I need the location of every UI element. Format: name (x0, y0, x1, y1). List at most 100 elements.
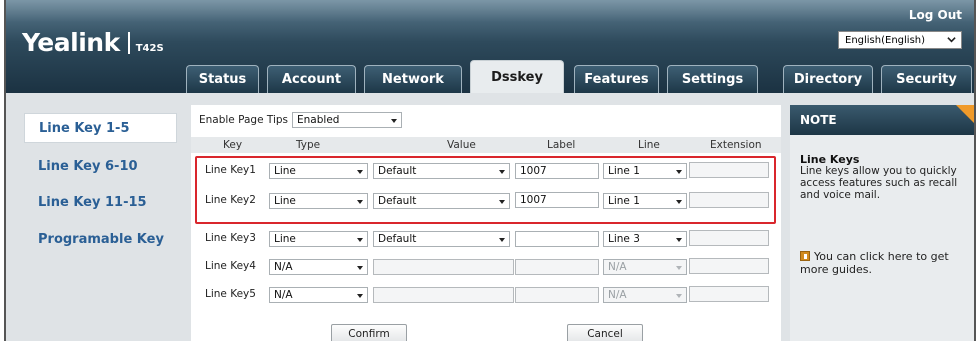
line-select[interactable]: Line 3 (603, 231, 687, 247)
dropdown-arrow-icon (499, 170, 505, 174)
line-value: N/A (608, 289, 627, 301)
value-value: Default (378, 165, 417, 177)
dropdown-arrow-icon (357, 200, 363, 204)
confirm-button[interactable]: Confirm (331, 324, 407, 341)
column-header-type: Type (296, 139, 321, 151)
page-tips-row: Enable Page Tips Enabled (199, 112, 403, 128)
type-select[interactable]: Line (269, 231, 368, 247)
page-tips-value: Enabled (297, 114, 340, 126)
page-tips-select[interactable]: Enabled (292, 112, 403, 128)
dropdown-arrow-icon (499, 200, 505, 204)
page-tips-label: Enable Page Tips (199, 114, 289, 126)
extension-input[interactable] (689, 286, 769, 302)
column-header-extension: Extension (710, 139, 762, 151)
logout-link[interactable]: Log Out (909, 8, 962, 22)
column-header-line: Line (638, 139, 660, 151)
label-input[interactable] (515, 259, 599, 275)
value-select[interactable]: Default (373, 163, 510, 179)
line-select[interactable]: Line 1 (603, 193, 687, 209)
dropdown-arrow-icon (676, 238, 682, 242)
type-select[interactable]: Line (269, 193, 368, 209)
line-value: Line 1 (608, 165, 640, 177)
dropdown-arrow-icon (357, 170, 363, 174)
type-select[interactable]: Line (269, 163, 368, 179)
note-panel: NOTE Line Keys Line keys allow you to qu… (790, 105, 974, 341)
row-key: Line Key5 (205, 288, 256, 300)
header: Yealink T42S Log Out English(English) St… (6, 0, 974, 93)
sidebar-item-line-key-6-10[interactable]: Line Key 6-10 (24, 151, 177, 181)
extension-input[interactable] (689, 192, 769, 208)
line-value: N/A (608, 261, 627, 273)
value-value: Default (378, 195, 417, 207)
info-book-icon (800, 251, 810, 261)
guide-text: You can click here to get more guides. (800, 250, 949, 276)
tab-directory[interactable]: Directory (783, 65, 873, 93)
line-select[interactable]: N/A (603, 259, 687, 275)
dropdown-arrow-icon (357, 238, 363, 242)
dropdown-arrow-icon (676, 294, 682, 298)
row-key: Line Key3 (205, 232, 256, 244)
column-header-key: Key (223, 139, 243, 151)
table-header: Key Type Value Label Line Extension (191, 137, 781, 153)
value-input[interactable] (373, 287, 514, 303)
browser-frame: Yealink T42S Log Out English(English) St… (4, 0, 976, 341)
note-corner-flag (956, 105, 974, 123)
chevron-down-icon (947, 37, 956, 43)
note-body: Line keys allow you to quickly access fe… (800, 165, 958, 201)
cancel-button[interactable]: Cancel (567, 324, 643, 341)
guide-link[interactable]: You can click here to get more guides. (800, 250, 970, 276)
type-value: N/A (274, 289, 293, 301)
label-input[interactable]: 1007 (515, 163, 599, 179)
type-value: N/A (274, 261, 293, 273)
sidebar-item-programable-key[interactable]: Programable Key (24, 224, 177, 254)
dropdown-arrow-icon (499, 238, 505, 242)
line-select[interactable]: Line 1 (603, 163, 687, 179)
label-input[interactable] (515, 231, 599, 247)
line-value: Line 3 (608, 233, 640, 245)
type-value: Line (274, 233, 296, 245)
extension-input[interactable] (689, 258, 769, 274)
dropdown-arrow-icon (391, 119, 398, 123)
table-row: Line Key3 Line Default Line 3 (191, 227, 781, 251)
tab-security[interactable]: Security (881, 65, 972, 93)
sidebar-item-line-key-1-5[interactable]: Line Key 1-5 (24, 113, 177, 143)
tab-dsskey[interactable]: Dsskey (470, 60, 564, 93)
tab-network[interactable]: Network (364, 65, 462, 93)
sidebar: Line Key 1-5 Line Key 6-10 Line Key 11-1… (24, 107, 177, 341)
tab-settings[interactable]: Settings (667, 65, 758, 93)
logo-text: Yealink (22, 28, 120, 57)
value-input[interactable] (373, 259, 514, 275)
extension-input[interactable] (689, 230, 769, 246)
line-select[interactable]: N/A (603, 287, 687, 303)
table-row: Line Key1 Line Default 1007 Line 1 (191, 159, 781, 183)
dropdown-arrow-icon (676, 266, 682, 270)
tab-status[interactable]: Status (186, 65, 259, 93)
table-row: Line Key2 Line Default 1007 Line 1 (191, 189, 781, 213)
extension-input[interactable] (689, 162, 769, 178)
tab-features[interactable]: Features (574, 65, 659, 93)
table-row: Line Key4 N/A N/A (191, 255, 781, 279)
type-value: Line (274, 165, 296, 177)
label-input[interactable] (515, 287, 599, 303)
language-select[interactable]: English(English) (838, 31, 962, 49)
row-key: Line Key2 (205, 194, 256, 206)
table-row: Line Key5 N/A N/A (191, 283, 781, 307)
type-select[interactable]: N/A (269, 259, 368, 275)
line-value: Line 1 (608, 195, 640, 207)
logo-separator (127, 32, 130, 54)
dropdown-arrow-icon (676, 170, 682, 174)
label-input[interactable]: 1007 (515, 192, 599, 208)
tab-account[interactable]: Account (267, 65, 356, 93)
note-heading: NOTE (790, 105, 974, 135)
sidebar-item-line-key-11-15[interactable]: Line Key 11-15 (24, 187, 177, 217)
type-select[interactable]: N/A (269, 287, 368, 303)
value-select[interactable]: Default (373, 193, 510, 209)
column-header-label: Label (547, 139, 576, 151)
dropdown-arrow-icon (676, 200, 682, 204)
dropdown-arrow-icon (357, 266, 363, 270)
language-value: English(English) (845, 34, 926, 46)
value-select[interactable]: Default (373, 231, 510, 247)
type-value: Line (274, 195, 296, 207)
content-area: Line Key 1-5 Line Key 6-10 Line Key 11-1… (6, 93, 974, 341)
row-key: Line Key1 (205, 164, 256, 176)
